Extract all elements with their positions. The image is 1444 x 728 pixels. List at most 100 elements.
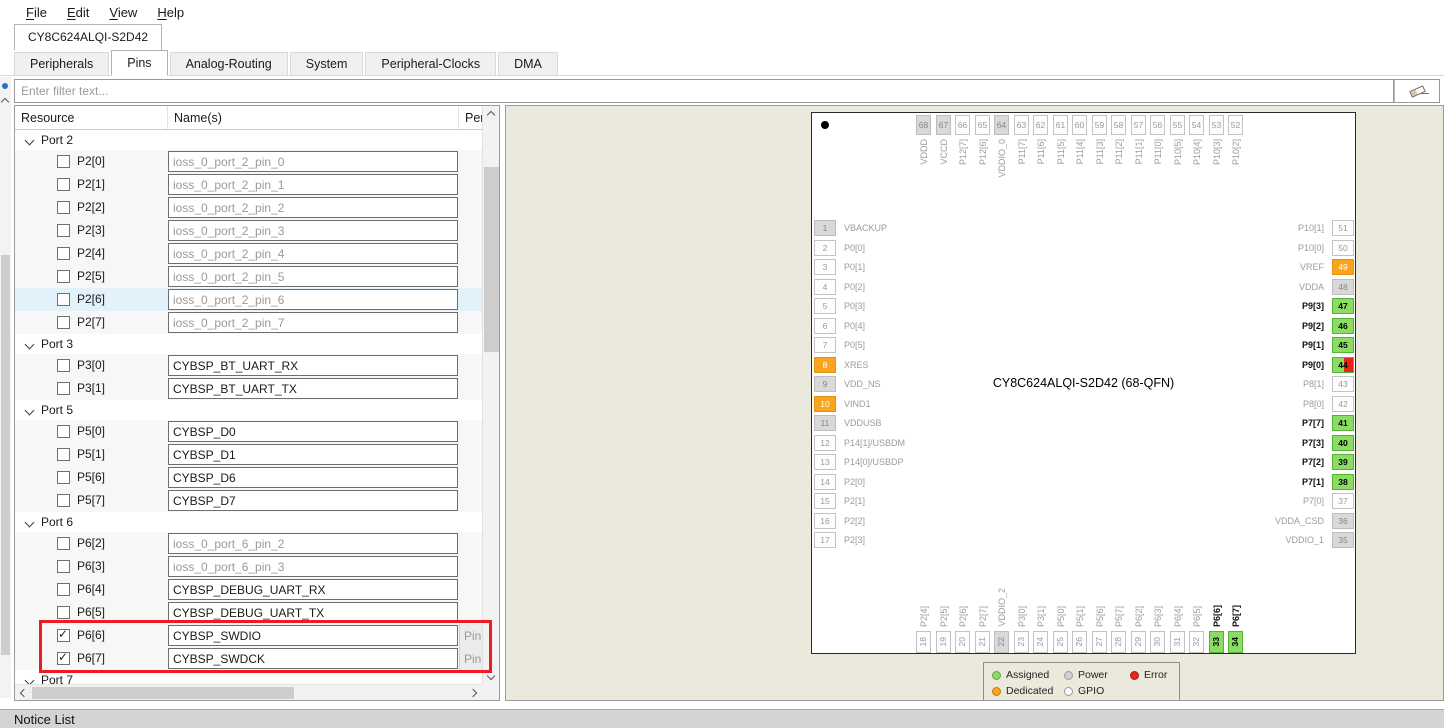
- pin-63[interactable]: 63: [1014, 115, 1029, 135]
- table-row-p6-2[interactable]: P6[2]ioss_0_port_6_pin_2: [15, 532, 482, 555]
- pin-4[interactable]: 4: [814, 279, 836, 295]
- tab-dma[interactable]: DMA: [498, 52, 558, 75]
- checkbox-p6-6[interactable]: [57, 629, 70, 642]
- pin-62[interactable]: 62: [1033, 115, 1048, 135]
- pin-20[interactable]: 20: [955, 631, 970, 653]
- checkbox-p2-5[interactable]: [57, 270, 70, 283]
- table-row-p5-1[interactable]: P5[1]CYBSP_D1: [15, 443, 482, 466]
- pin-50[interactable]: 50: [1332, 240, 1354, 256]
- checkbox-p2-7[interactable]: [57, 316, 70, 329]
- name-input-p5-1[interactable]: CYBSP_D1: [168, 444, 458, 465]
- name-input-p2-5[interactable]: ioss_0_port_2_pin_5: [168, 266, 458, 287]
- name-input-p6-5[interactable]: CYBSP_DEBUG_UART_TX: [168, 602, 458, 623]
- name-input-p2-6[interactable]: ioss_0_port_2_pin_6: [168, 289, 458, 310]
- table-row-p2-0[interactable]: P2[0]ioss_0_port_2_pin_0: [15, 150, 482, 173]
- name-input-p2-4[interactable]: ioss_0_port_2_pin_4: [168, 243, 458, 264]
- pin-51[interactable]: 51: [1332, 220, 1354, 236]
- pin-17[interactable]: 17: [814, 532, 836, 548]
- table-row-p2-1[interactable]: P2[1]ioss_0_port_2_pin_1: [15, 173, 482, 196]
- pin-32[interactable]: 32: [1189, 631, 1204, 653]
- pin-46[interactable]: 46: [1332, 318, 1354, 334]
- scroll-up-button[interactable]: [483, 107, 499, 123]
- checkbox-p3-1[interactable]: [57, 382, 70, 395]
- pin-15[interactable]: 15: [814, 493, 836, 509]
- checkbox-p5-1[interactable]: [57, 448, 70, 461]
- vertical-scrollbar-thumb[interactable]: [484, 167, 499, 352]
- pin-18[interactable]: 18: [916, 631, 931, 653]
- column-header-names[interactable]: Name(s): [168, 106, 459, 129]
- table-row-p6-6[interactable]: P6[6]CYBSP_SWDIOPin: [15, 624, 482, 647]
- checkbox-p2-3[interactable]: [57, 224, 70, 237]
- pin-29[interactable]: 29: [1131, 631, 1146, 653]
- pin-37[interactable]: 37: [1332, 493, 1354, 509]
- name-input-p2-1[interactable]: ioss_0_port_2_pin_1: [168, 174, 458, 195]
- name-input-p3-1[interactable]: CYBSP_BT_UART_TX: [168, 378, 458, 399]
- name-input-p6-3[interactable]: ioss_0_port_6_pin_3: [168, 556, 458, 577]
- collapse-up-icon[interactable]: [1, 98, 9, 106]
- table-row-p6-5[interactable]: P6[5]CYBSP_DEBUG_UART_TX: [15, 601, 482, 624]
- checkbox-p2-0[interactable]: [57, 155, 70, 168]
- name-input-p6-4[interactable]: CYBSP_DEBUG_UART_RX: [168, 579, 458, 600]
- tab-peripherals[interactable]: Peripherals: [14, 52, 109, 75]
- pin-22[interactable]: 22: [994, 631, 1009, 653]
- pin-55[interactable]: 55: [1170, 115, 1185, 135]
- table-row-p6-3[interactable]: P6[3]ioss_0_port_6_pin_3: [15, 555, 482, 578]
- device-tab[interactable]: CY8C624ALQI-S2D42: [14, 24, 162, 50]
- notice-list-bar[interactable]: Notice List: [0, 709, 1444, 728]
- pin-34[interactable]: 34: [1228, 631, 1243, 653]
- group-row-port-2[interactable]: Port 2: [15, 130, 482, 150]
- pin-53[interactable]: 53: [1209, 115, 1224, 135]
- tab-pins[interactable]: Pins: [111, 50, 167, 76]
- name-input-p3-0[interactable]: CYBSP_BT_UART_RX: [168, 355, 458, 376]
- scroll-left-button[interactable]: [16, 685, 32, 700]
- pin-67[interactable]: 67: [936, 115, 951, 135]
- pin-26[interactable]: 26: [1072, 631, 1087, 653]
- checkbox-p3-0[interactable]: [57, 359, 70, 372]
- horizontal-scrollbar-thumb[interactable]: [32, 687, 294, 699]
- table-row-p2-3[interactable]: P2[3]ioss_0_port_2_pin_3: [15, 219, 482, 242]
- pin-35[interactable]: 35: [1332, 532, 1354, 548]
- name-input-p2-3[interactable]: ioss_0_port_2_pin_3: [168, 220, 458, 241]
- pin-12[interactable]: 12: [814, 435, 836, 451]
- pin-8[interactable]: 8: [814, 357, 836, 373]
- group-row-port-3[interactable]: Port 3: [15, 334, 482, 354]
- pin-57[interactable]: 57: [1131, 115, 1146, 135]
- menu-view[interactable]: View: [99, 5, 147, 20]
- checkbox-p2-4[interactable]: [57, 247, 70, 260]
- chevron-down-icon[interactable]: [21, 407, 37, 414]
- menu-edit[interactable]: Edit: [57, 5, 99, 20]
- name-input-p2-2[interactable]: ioss_0_port_2_pin_2: [168, 197, 458, 218]
- name-input-p5-6[interactable]: CYBSP_D6: [168, 467, 458, 488]
- chevron-down-icon[interactable]: [21, 341, 37, 348]
- pin-36[interactable]: 36: [1332, 513, 1354, 529]
- checkbox-p6-5[interactable]: [57, 606, 70, 619]
- table-row-p5-6[interactable]: P5[6]CYBSP_D6: [15, 466, 482, 489]
- pin-2[interactable]: 2: [814, 240, 836, 256]
- table-row-p3-0[interactable]: P3[0]CYBSP_BT_UART_RX: [15, 354, 482, 377]
- pin-61[interactable]: 61: [1053, 115, 1068, 135]
- pin-52[interactable]: 52: [1228, 115, 1243, 135]
- table-row-p6-4[interactable]: P6[4]CYBSP_DEBUG_UART_RX: [15, 578, 482, 601]
- pin-47[interactable]: 47: [1332, 298, 1354, 314]
- checkbox-p6-7[interactable]: [57, 652, 70, 665]
- name-input-p2-7[interactable]: ioss_0_port_2_pin_7: [168, 312, 458, 333]
- name-input-p6-7[interactable]: CYBSP_SWDCK: [168, 648, 458, 669]
- pin-54[interactable]: 54: [1189, 115, 1204, 135]
- checkbox-p6-3[interactable]: [57, 560, 70, 573]
- pin-7[interactable]: 7: [814, 337, 836, 353]
- clear-filter-button[interactable]: [1394, 79, 1440, 103]
- pin-41[interactable]: 41: [1332, 415, 1354, 431]
- table-row-p6-7[interactable]: P6[7]CYBSP_SWDCKPin: [15, 647, 482, 670]
- pin-60[interactable]: 60: [1072, 115, 1087, 135]
- pin-65[interactable]: 65: [975, 115, 990, 135]
- checkbox-p2-1[interactable]: [57, 178, 70, 191]
- chevron-down-icon[interactable]: [21, 519, 37, 526]
- table-row-p2-5[interactable]: P2[5]ioss_0_port_2_pin_5: [15, 265, 482, 288]
- table-row-p3-1[interactable]: P3[1]CYBSP_BT_UART_TX: [15, 377, 482, 400]
- pin-45[interactable]: 45: [1332, 337, 1354, 353]
- pin-23[interactable]: 23: [1014, 631, 1029, 653]
- pin-42[interactable]: 42: [1332, 396, 1354, 412]
- group-row-port-6[interactable]: Port 6: [15, 512, 482, 532]
- table-vertical-scrollbar[interactable]: [482, 106, 499, 684]
- pin-10[interactable]: 10: [814, 396, 836, 412]
